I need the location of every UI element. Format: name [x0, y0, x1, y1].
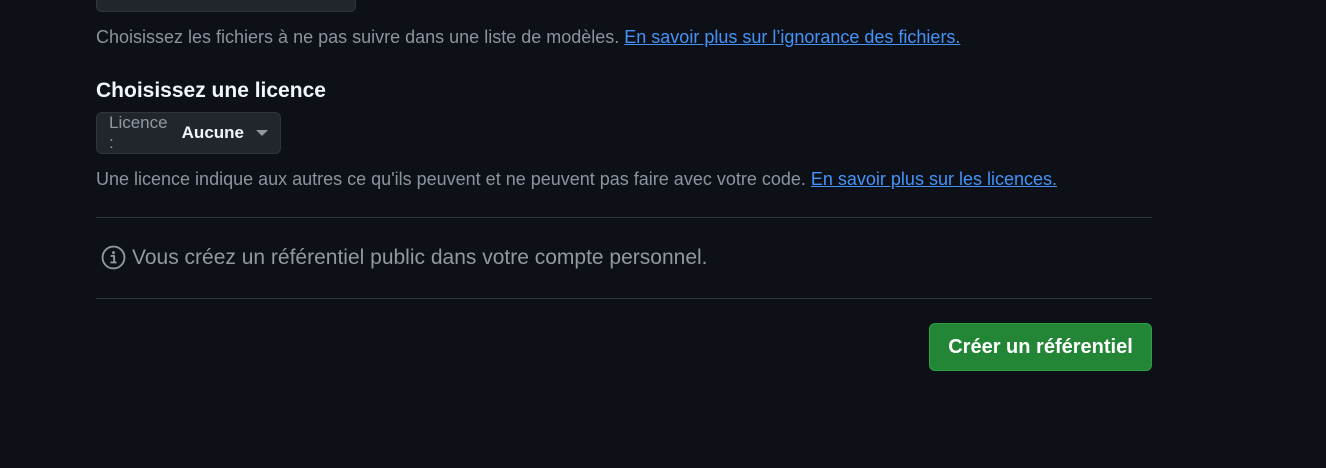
- license-select-button[interactable]: Licence : Aucune: [96, 112, 281, 154]
- license-select-prefix: Licence :: [109, 113, 168, 152]
- gitignore-help: Choisissez les fichiers à ne pas suivre …: [96, 27, 960, 48]
- notice-text: Vous créez un référentiel public dans vo…: [132, 245, 708, 269]
- repository-form-page: Choisissez les fichiers à ne pas suivre …: [0, 0, 1326, 468]
- divider: [96, 217, 1152, 218]
- license-help: Une licence indique aux autres ce qu'ils…: [96, 169, 1057, 190]
- gitignore-learn-more-link[interactable]: En savoir plus sur l’ignorance des fichi…: [624, 27, 960, 47]
- license-help-text: Une licence indique aux autres ce qu'ils…: [96, 169, 811, 189]
- gitignore-help-text: Choisissez les fichiers à ne pas suivre …: [96, 27, 625, 47]
- divider: [96, 298, 1152, 299]
- license-select-value: Aucune: [181, 123, 244, 142]
- license-learn-more-link[interactable]: En savoir plus sur les licences.: [811, 169, 1057, 189]
- info-icon: [101, 245, 126, 270]
- gitignore-template-select[interactable]: [96, 0, 356, 12]
- public-repo-notice: Vous créez un référentiel public dans vo…: [101, 245, 708, 270]
- license-heading: Choisissez une licence: [96, 79, 326, 102]
- create-repository-button[interactable]: Créer un référentiel: [929, 323, 1152, 371]
- caret-down-icon: [256, 130, 268, 136]
